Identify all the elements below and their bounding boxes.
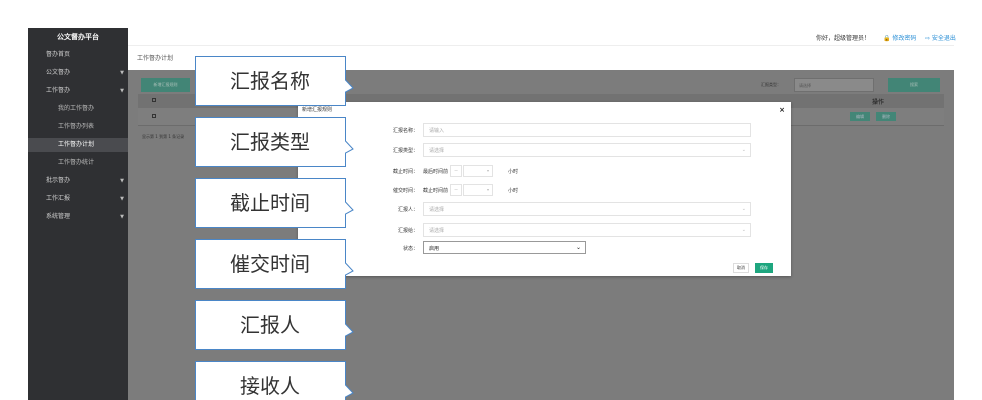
- caret-down-icon: ▾: [486, 187, 489, 192]
- sidebar: 公文督办平台 督办首页 公文督办 ▼ 工作督办 ▼ 我的工作督办 工作督办列表 工作…: [28, 28, 128, 400]
- report-name-input[interactable]: 请输入: [423, 123, 751, 137]
- select-placeholder: 请选择: [429, 207, 445, 213]
- callout-reporter: 汇报人: [195, 300, 355, 350]
- deadline-label: 截止时间：: [392, 169, 418, 175]
- chevron-down-icon: ⌄: [741, 206, 746, 212]
- sidebar-item-label: 批示督办: [46, 177, 71, 184]
- select-placeholder: 请选择: [429, 228, 445, 234]
- filter-type-select[interactable]: 请选择: [794, 78, 874, 92]
- sidebar-item-label: 工作督办统计: [58, 159, 95, 166]
- change-password-link[interactable]: 🔒 修改密码: [883, 33, 916, 42]
- delete-button[interactable]: 删除: [876, 112, 896, 121]
- chevron-down-icon: ▼: [120, 214, 124, 220]
- sidebar-item-work[interactable]: 工作督办 ▼: [28, 84, 128, 98]
- report-type-select[interactable]: 请选择 ⌄: [423, 143, 751, 157]
- deadline-prefix: 最后时间前: [423, 169, 449, 175]
- row-checkbox[interactable]: [152, 114, 156, 118]
- filter-type-label: 汇报类型：: [761, 82, 781, 87]
- brand-title: 公文督办平台: [57, 33, 99, 41]
- callout-text: 汇报类型: [230, 130, 310, 154]
- sidebar-item-label: 工作督办: [46, 87, 71, 94]
- sidebar-item-document[interactable]: 公文督办 ▼: [28, 66, 128, 80]
- urge-prefix: 截止时间前: [423, 188, 449, 194]
- status-value: 启用: [429, 246, 440, 252]
- safe-exit-link[interactable]: ⇨ 安全退出: [925, 33, 956, 42]
- deadline-unit: 小时: [508, 169, 519, 175]
- greeting-text: 你好，超级管理员！: [816, 35, 871, 42]
- pager-text: 显示第 1 到第 1 条记录: [142, 134, 185, 139]
- callout-receiver: 接收人: [195, 361, 355, 400]
- deadline-minus-button[interactable]: −: [450, 165, 462, 177]
- urge-hours-input[interactable]: ▾: [463, 184, 493, 196]
- cancel-button[interactable]: 取消: [733, 263, 749, 273]
- sidebar-item-instructions[interactable]: 批示督办 ▼: [28, 174, 128, 188]
- sidebar-item-label: 工作督办列表: [58, 123, 95, 130]
- edit-button[interactable]: 编辑: [850, 112, 870, 121]
- sidebar-item-label: 工作督办计划: [58, 141, 95, 148]
- callout-urge-time: 催交时间: [195, 239, 355, 289]
- callout-text: 截止时间: [230, 191, 310, 215]
- add-rule-modal: 新增汇报规则 × 汇报名称： 请输入 汇报类型： 请选择 ⌄ 截止时间： 最后时间…: [298, 102, 791, 276]
- close-icon[interactable]: ×: [779, 106, 785, 114]
- callout-text: 汇报名称: [230, 69, 310, 93]
- modal-title: 新增汇报规则: [302, 107, 333, 113]
- chevron-down-icon: ⌄: [575, 244, 581, 251]
- save-button[interactable]: 保存: [755, 263, 773, 273]
- callout-text: 汇报人: [240, 313, 300, 337]
- chevron-down-icon: ▼: [120, 178, 124, 184]
- operation-column-header: 操作: [872, 99, 885, 106]
- urge-minus-button[interactable]: −: [450, 184, 462, 196]
- select-placeholder: 请选择: [429, 148, 445, 154]
- search-button[interactable]: 搜索: [888, 78, 940, 92]
- callout-report-name: 汇报名称: [195, 56, 355, 106]
- chevron-down-icon: ▼: [120, 88, 124, 94]
- callout-deadline: 截止时间: [195, 178, 355, 228]
- top-bar: 你好，超级管理员！ 🔒 修改密码 ⇨ 安全退出: [128, 28, 956, 46]
- chevron-down-icon: ⌄: [741, 147, 746, 153]
- callout-text: 催交时间: [230, 252, 310, 276]
- deadline-hours-input[interactable]: ▾: [463, 165, 493, 177]
- sidebar-item-label: 督办首页: [46, 51, 71, 58]
- add-rule-button[interactable]: 新增汇报规则: [141, 78, 190, 92]
- chevron-down-icon: ▼: [120, 70, 124, 76]
- select-all-checkbox[interactable]: [152, 98, 156, 102]
- breadcrumb-current: 工作督办计划: [137, 55, 174, 62]
- sidebar-item-my-work[interactable]: 我的工作督办: [28, 102, 128, 116]
- callout-text: 接收人: [240, 374, 300, 398]
- urge-unit: 小时: [508, 188, 519, 194]
- sidebar-item-work-plan[interactable]: 工作督办计划: [28, 138, 128, 152]
- sidebar-item-system[interactable]: 系统管理 ▼: [28, 210, 128, 224]
- caret-down-icon: ▾: [486, 168, 489, 173]
- chevron-down-icon: ▼: [120, 196, 124, 202]
- screenshot-stage: 公文督办平台 督办首页 公文督办 ▼ 工作督办 ▼ 我的工作督办 工作督办列表 工作…: [0, 0, 982, 400]
- sidebar-item-reports[interactable]: 工作汇报 ▼: [28, 192, 128, 206]
- sidebar-item-label: 公文督办: [46, 69, 71, 76]
- sidebar-item-home[interactable]: 督办首页: [28, 48, 128, 62]
- receiver-label: 汇报给：: [397, 228, 418, 234]
- sidebar-item-work-stats[interactable]: 工作督办统计: [28, 156, 128, 170]
- reporter-select[interactable]: 请选择 ⌄: [423, 202, 751, 216]
- sidebar-item-label: 系统管理: [46, 213, 71, 220]
- chevron-down-icon: ⌄: [741, 227, 746, 233]
- status-select[interactable]: 启用 ⌄: [423, 241, 586, 254]
- sidebar-item-label: 我的工作督办: [58, 105, 95, 112]
- sidebar-item-work-list[interactable]: 工作督办列表: [28, 120, 128, 134]
- callout-report-type: 汇报类型: [195, 117, 355, 167]
- sidebar-item-label: 工作汇报: [46, 195, 71, 202]
- receiver-select[interactable]: 请选择 ⌄: [423, 223, 751, 237]
